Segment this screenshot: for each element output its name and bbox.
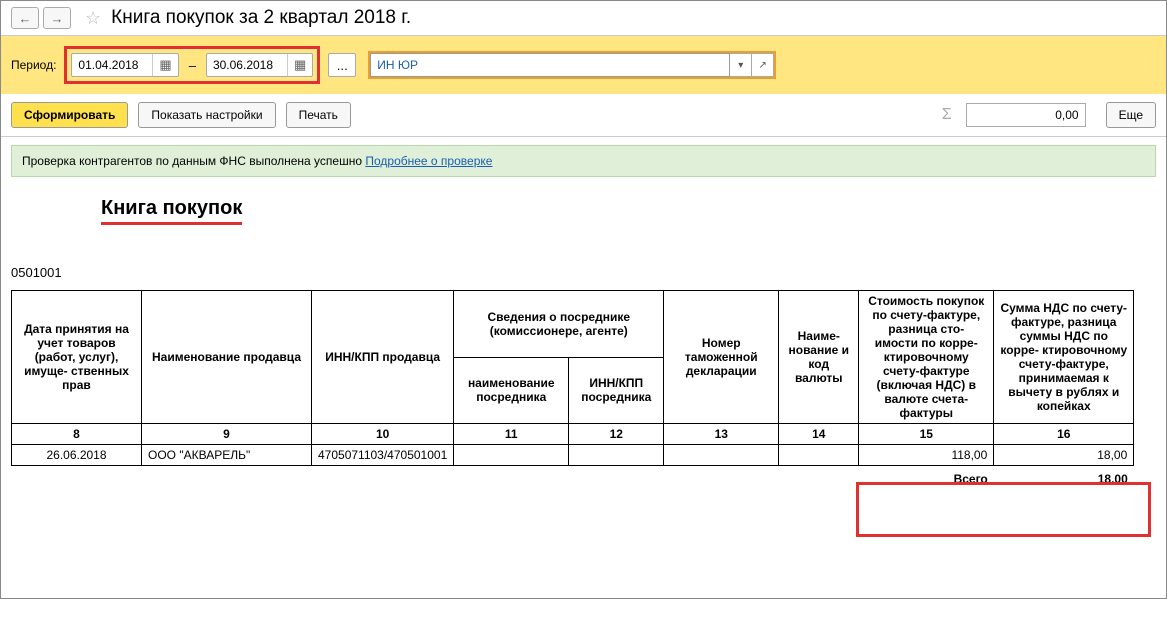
generate-button[interactable]: Сформировать	[11, 102, 128, 128]
favorite-star-icon[interactable]: ☆	[85, 8, 101, 29]
table-row[interactable]: 26.06.2018 ООО "АКВАРЕЛЬ" 4705071103/470…	[12, 445, 1134, 466]
period-highlight: ▦ – ▦	[64, 46, 320, 84]
col-num: 14	[779, 424, 859, 445]
col-header: Дата принятия на учет товаров (работ, ус…	[12, 291, 142, 424]
col-header: Наименование продавца	[142, 291, 312, 424]
col-num: 13	[664, 424, 779, 445]
cell-interm-name	[454, 445, 569, 466]
cell-customs	[664, 445, 779, 466]
date-to-field[interactable]: ▦	[206, 53, 313, 77]
col-num: 9	[142, 424, 312, 445]
org-dropdown-button[interactable]: ▾	[730, 53, 752, 77]
col-header: ИНН/КПП продавца	[312, 291, 454, 424]
date-to-input[interactable]	[207, 58, 287, 72]
cell-curr	[779, 445, 859, 466]
period-dash: –	[185, 58, 200, 73]
total-value: 18,00	[994, 466, 1134, 490]
report-title: Книга покупок	[101, 197, 242, 225]
page-title: Книга покупок за 2 квартал 2018 г.	[111, 7, 411, 29]
col-num: 10	[312, 424, 454, 445]
col-header: Сведения о посреднике (комиссионере, аге…	[454, 291, 664, 358]
period-label: Период:	[11, 58, 56, 72]
col-num: 16	[994, 424, 1134, 445]
col-num: 11	[454, 424, 569, 445]
period-picker-button[interactable]: ...	[328, 53, 356, 77]
nav-forward-button[interactable]: →	[43, 7, 71, 29]
calendar-icon[interactable]: ▦	[287, 54, 312, 76]
col-header: Стоимость покупок по счету-фактуре, разн…	[859, 291, 994, 424]
cell-seller: ООО "АКВАРЕЛЬ"	[142, 445, 312, 466]
col-num: 12	[569, 424, 664, 445]
show-settings-button[interactable]: Показать настройки	[138, 102, 275, 128]
cell-date: 26.06.2018	[12, 445, 142, 466]
date-from-field[interactable]: ▦	[71, 53, 178, 77]
print-button[interactable]: Печать	[286, 102, 351, 128]
organization-input[interactable]	[370, 53, 730, 77]
col-num: 15	[859, 424, 994, 445]
cell-inn: 4705071103/470501001	[312, 445, 454, 466]
org-highlight: ▾ ↗	[368, 51, 776, 79]
report-code: 0501001	[11, 265, 1166, 280]
col-subheader: наименование посредника	[454, 357, 569, 424]
report-area: Книга покупок 0501001 Дата принятия на у…	[1, 177, 1166, 617]
col-num: 8	[12, 424, 142, 445]
col-header: Сумма НДС по счету-фактуре, разница сумм…	[994, 291, 1134, 424]
sigma-icon: Σ	[942, 106, 952, 124]
cell-vat: 18,00	[994, 445, 1134, 466]
calendar-icon[interactable]: ▦	[152, 54, 177, 76]
col-subheader: ИНН/КПП посредника	[569, 357, 664, 424]
info-text: Проверка контрагентов по данным ФНС выпо…	[22, 154, 365, 168]
org-open-button[interactable]: ↗	[752, 53, 774, 77]
col-header: Номер таможенной декларации	[664, 291, 779, 424]
date-from-input[interactable]	[72, 58, 152, 72]
sum-field[interactable]	[966, 103, 1086, 127]
total-label: Всего	[12, 466, 994, 490]
info-bar: Проверка контрагентов по данным ФНС выпо…	[11, 145, 1156, 177]
cell-cost: 118,00	[859, 445, 994, 466]
purchase-book-table: Дата принятия на учет товаров (работ, ус…	[11, 290, 1134, 489]
cell-interm-inn	[569, 445, 664, 466]
nav-back-button[interactable]: ←	[11, 7, 39, 29]
col-header: Наиме- нование и код валюты	[779, 291, 859, 424]
more-button[interactable]: Еще	[1106, 102, 1156, 128]
info-link[interactable]: Подробнее о проверке	[365, 154, 492, 168]
